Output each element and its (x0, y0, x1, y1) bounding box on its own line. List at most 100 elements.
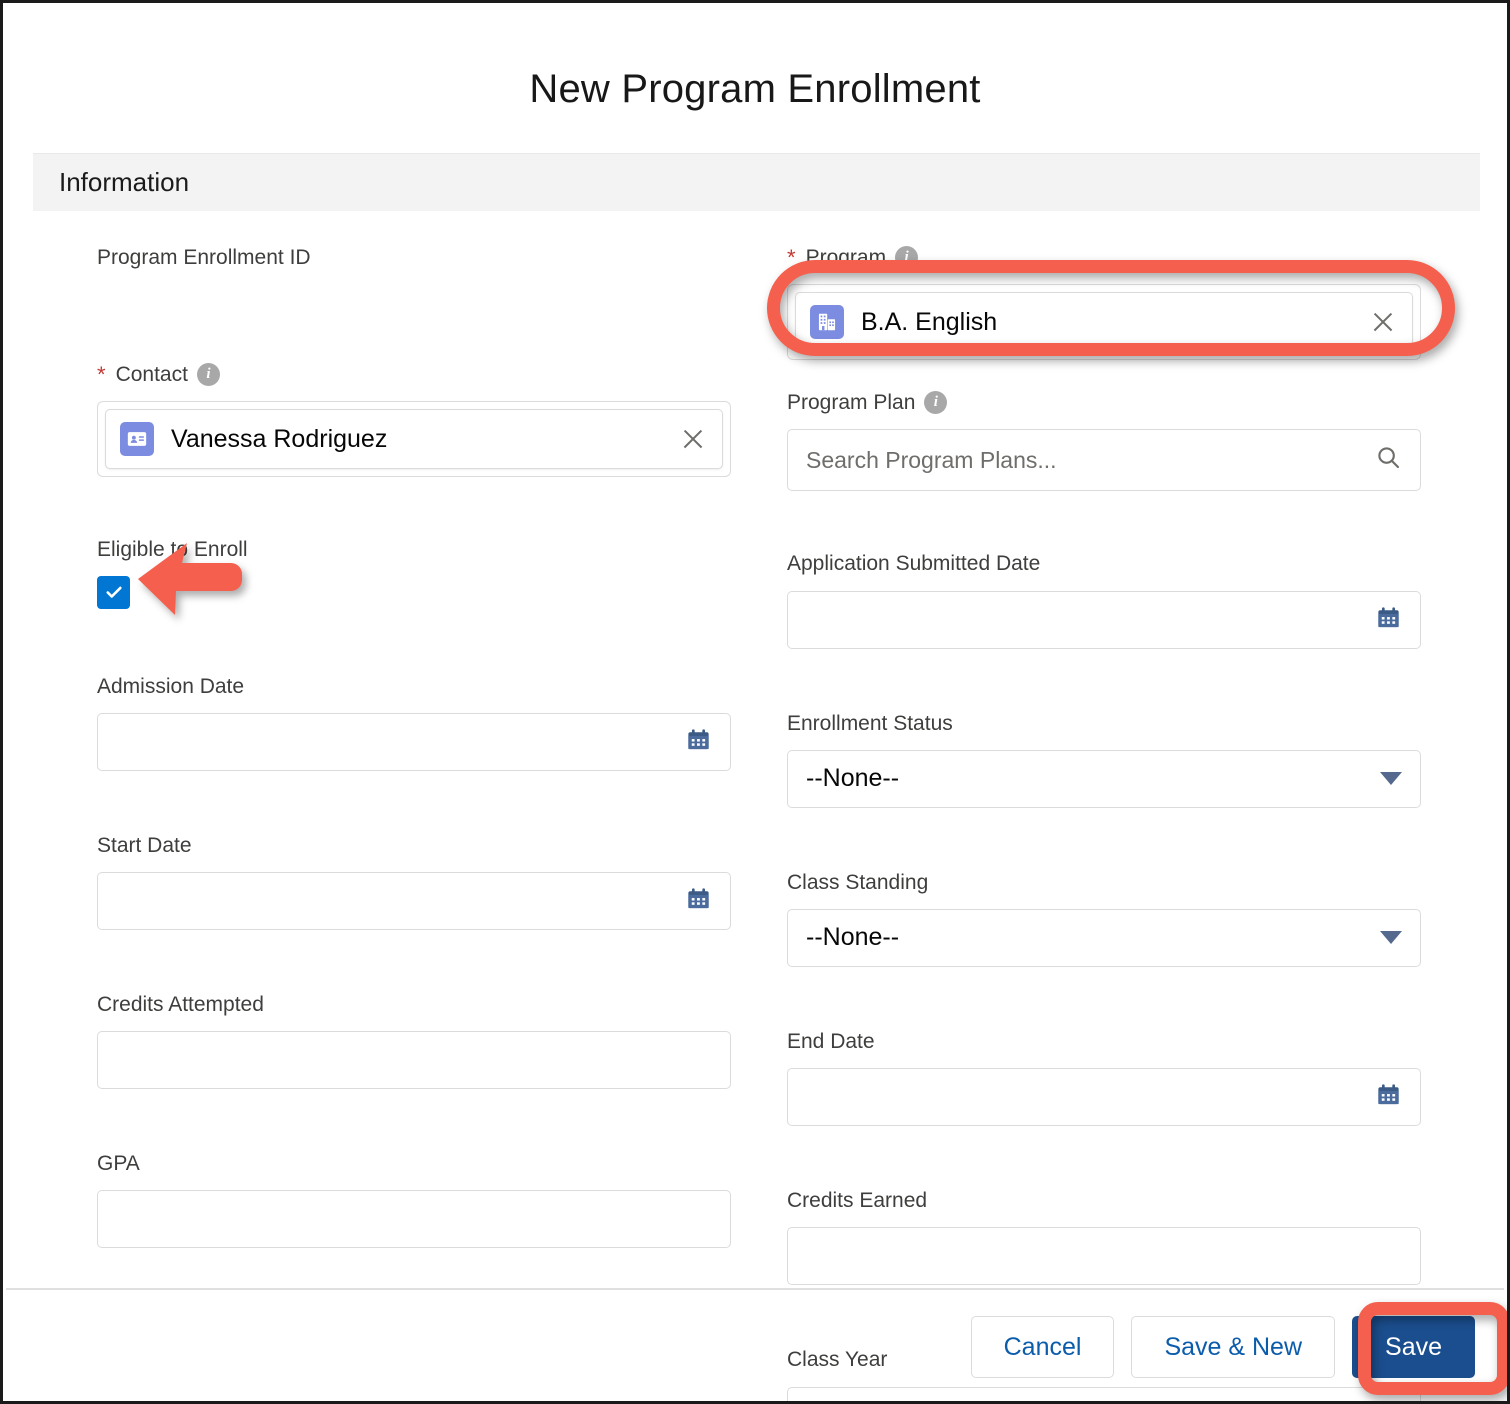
end-date-label: End Date (787, 1029, 875, 1053)
close-icon[interactable] (680, 426, 706, 452)
modal-dialog: New Program Enrollment Information Progr… (0, 0, 1510, 1404)
credits-attempted-label: Credits Attempted (97, 992, 264, 1016)
field-label: End Date (787, 1029, 1421, 1054)
field-label: * Program i (787, 245, 1421, 270)
start-date-input[interactable] (97, 871, 731, 930)
field-application-submitted-date: Application Submitted Date (787, 551, 1421, 649)
program-plan-placeholder: Search Program Plans... (806, 446, 1057, 473)
page-title: New Program Enrollment (529, 67, 981, 111)
required-marker: * (787, 244, 796, 270)
field-label: Eligible to Enroll (97, 537, 731, 562)
enrollment-status-label: Enrollment Status (787, 711, 953, 735)
calendar-icon[interactable] (1375, 1081, 1402, 1113)
gpa-label: GPA (97, 1152, 140, 1176)
program-selected-pill[interactable]: B.A. English (795, 292, 1413, 353)
enrollment-status-value: --None-- (806, 764, 900, 793)
building-icon (810, 305, 844, 340)
credits-attempted-input[interactable] (97, 1031, 731, 1090)
field-end-date: End Date (787, 1029, 1421, 1127)
contact-card-icon (120, 422, 154, 457)
admission-date-input[interactable] (97, 712, 731, 771)
section-header-information: Information (33, 153, 1480, 211)
form-column-right: * Program i B.A. English Program Plan i … (787, 245, 1421, 1401)
save-and-new-button[interactable]: Save & New (1131, 1316, 1336, 1378)
calendar-icon[interactable] (685, 885, 712, 917)
info-icon[interactable]: i (895, 246, 919, 270)
calendar-icon[interactable] (685, 726, 712, 758)
field-eligible-to-enroll: Eligible to Enroll (97, 537, 731, 609)
field-label: Enrollment Status (787, 711, 1421, 736)
start-date-label: Start Date (97, 833, 192, 857)
field-credits-earned: Credits Earned (787, 1188, 1421, 1286)
field-program: * Program i B.A. English (787, 245, 1421, 361)
field-contact: * Contact i Vanessa Rodriguez (97, 362, 731, 478)
admission-date-label: Admission Date (97, 674, 245, 698)
program-value: B.A. English (861, 307, 998, 336)
program-label: Program (805, 246, 887, 269)
field-label: Start Date (97, 833, 731, 858)
field-label: Credits Earned (787, 1188, 1421, 1213)
credits-earned-input[interactable] (787, 1227, 1421, 1286)
field-label: GPA (97, 1151, 731, 1176)
info-icon[interactable]: i (196, 363, 220, 387)
program-plan-label: Program Plan (787, 391, 916, 415)
contact-selected-pill[interactable]: Vanessa Rodriguez (105, 409, 723, 470)
field-label: Program Enrollment ID (97, 245, 731, 270)
eligible-to-enroll-checkbox[interactable] (97, 575, 130, 609)
class-standing-label: Class Standing (787, 870, 929, 894)
field-label: Class Standing (787, 870, 1421, 895)
application-submitted-date-label: Application Submitted Date (787, 552, 1041, 576)
program-plan-search-input[interactable]: Search Program Plans... (787, 429, 1421, 492)
contact-lookup[interactable]: Vanessa Rodriguez (97, 401, 731, 478)
class-standing-value: --None-- (806, 923, 900, 952)
field-class-standing: Class Standing --None-- (787, 870, 1421, 967)
field-enrollment-status: Enrollment Status --None-- (787, 711, 1421, 808)
program-lookup[interactable]: B.A. English (787, 284, 1421, 361)
class-standing-select[interactable]: --None-- (787, 908, 1421, 967)
field-program-enrollment-id: Program Enrollment ID (97, 245, 731, 270)
field-program-plan: Program Plan i Search Program Plans... (787, 390, 1421, 492)
eligible-to-enroll-label: Eligible to Enroll (97, 538, 248, 562)
field-start-date: Start Date (97, 833, 731, 930)
credits-earned-label: Credits Earned (787, 1189, 928, 1213)
contact-label: Contact (115, 363, 188, 387)
calendar-icon[interactable] (1375, 604, 1402, 636)
chevron-down-icon[interactable] (1380, 931, 1402, 945)
field-gpa: GPA (97, 1151, 731, 1249)
field-label: Admission Date (97, 674, 731, 699)
application-submitted-date-input[interactable] (787, 590, 1421, 649)
required-marker: * (97, 361, 106, 387)
modal-footer: Cancel Save & New Save (3, 1290, 1507, 1401)
info-icon[interactable]: i (924, 391, 948, 415)
field-label: Credits Attempted (97, 992, 731, 1017)
cancel-button[interactable]: Cancel (970, 1316, 1115, 1378)
search-icon[interactable] (1375, 444, 1402, 476)
close-icon[interactable] (1370, 309, 1396, 335)
form-column-left: Program Enrollment ID * Contact i Vaness… (97, 245, 731, 1401)
field-label: * Contact i (97, 362, 731, 387)
check-icon (105, 586, 122, 598)
end-date-input[interactable] (787, 1068, 1421, 1127)
field-label: Application Submitted Date (787, 551, 1421, 576)
chevron-down-icon[interactable] (1380, 772, 1402, 786)
save-button[interactable]: Save (1352, 1316, 1475, 1378)
field-label: Program Plan i (787, 390, 1421, 415)
section-header-label: Information (59, 167, 190, 197)
gpa-input[interactable] (97, 1190, 731, 1249)
enrollment-status-select[interactable]: --None-- (787, 749, 1421, 808)
field-admission-date: Admission Date (97, 674, 731, 771)
field-credits-attempted: Credits Attempted (97, 992, 731, 1090)
contact-value: Vanessa Rodriguez (171, 424, 388, 453)
